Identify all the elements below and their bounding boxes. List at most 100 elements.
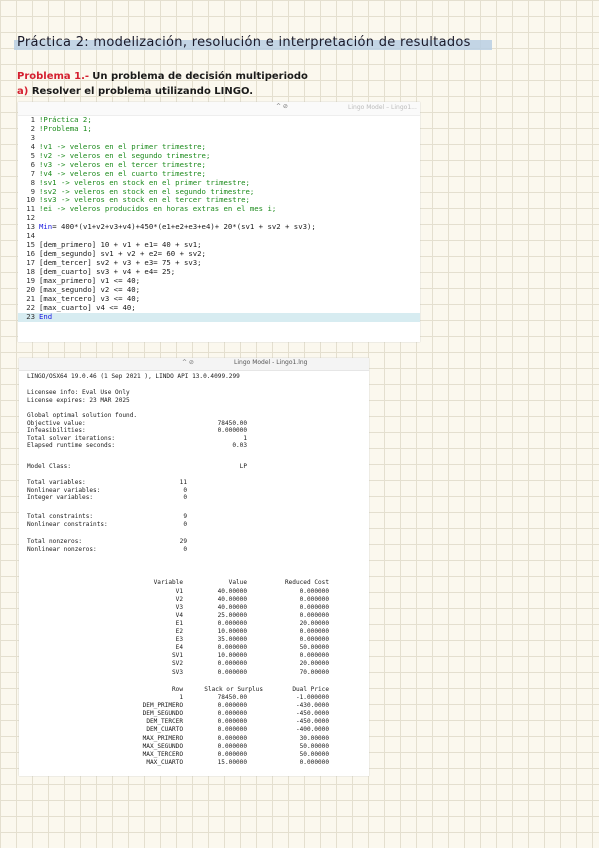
problem-label: Problema 1.- xyxy=(17,71,90,82)
variable-value: 40.00000 xyxy=(217,603,247,611)
variable-name: E4 xyxy=(175,644,183,652)
problem-heading: Problema 1.- Un problema de decisión mul… xyxy=(17,71,308,82)
count-value: 11 xyxy=(179,479,187,486)
variable-reduced-cost: 0.000000 xyxy=(299,628,329,635)
report-window-titlebar: ^ ⊘ Lingo Model - Lingo1.lng xyxy=(19,358,369,371)
row-slack: 0.000000 xyxy=(217,734,247,742)
variable-reduced-cost: 0.000000 xyxy=(299,636,329,644)
count-value: 0 xyxy=(183,545,187,553)
model-class-value: LP xyxy=(239,463,247,470)
variable-reduced-cost: 20.00000 xyxy=(299,660,329,668)
variable-value: 10.00000 xyxy=(217,628,247,635)
code-text: !ei -> veleros producidos en horas extra… xyxy=(39,204,277,214)
summary-label: Infeasibilities: xyxy=(27,427,86,434)
variable-value: 10.00000 xyxy=(217,652,247,660)
code-text: !sv2 -> veleros en stock en el segundo t… xyxy=(39,186,255,196)
problem-text: Un problema de decisión multiperiodo xyxy=(92,71,308,82)
code-window-title: Lingo Model – Lingo1... xyxy=(348,104,417,111)
variable-reduced-cost: 0.000000 xyxy=(299,595,329,603)
code-text: !sv3 -> veleros en stock en el tercer tr… xyxy=(39,195,250,205)
row-slack: 0.000000 xyxy=(217,718,247,726)
code-text: [dem_primero] 10 + v1 + e1= 40 + sv1; xyxy=(39,240,202,250)
row-slack: 0.000000 xyxy=(217,710,247,718)
count-value: 0 xyxy=(183,486,187,494)
count-value: 9 xyxy=(183,513,187,520)
row-name: DEM_CUARTO xyxy=(146,726,183,734)
variable-name: SV2 xyxy=(171,660,183,668)
window-controls-icon[interactable]: ^ ⊘ xyxy=(276,103,288,110)
code-line[interactable]: 2 !Problema 1; xyxy=(18,124,420,134)
global-status: Global optimal solution found. xyxy=(27,412,138,419)
variable-name: E3 xyxy=(175,636,183,644)
code-text: [dem_cuarto] sv3 + v4 + e4= 25; xyxy=(39,266,176,276)
row-dual-price: -400.0000 xyxy=(295,726,329,734)
variable-name: V2 xyxy=(175,595,183,603)
count-label: Integer variables: xyxy=(27,494,94,501)
row-name: MAX_SEGUNDO xyxy=(142,742,183,750)
code-text: !sv1 -> veleros en stock en el primer tr… xyxy=(39,177,250,187)
row-dual-price: -1.000000 xyxy=(295,694,329,701)
code-line[interactable]: 23 End xyxy=(18,311,420,322)
count-value: 29 xyxy=(179,538,187,545)
row-dual-price: -450.0000 xyxy=(295,718,329,726)
code-text: !v4 -> veleros en el cuarto trimestre; xyxy=(39,168,206,178)
variable-reduced-cost: 50.00000 xyxy=(299,644,329,652)
variable-value: 0.000000 xyxy=(217,619,247,627)
variable-name: SV1 xyxy=(171,652,183,660)
variable-value: 25.00000 xyxy=(217,611,247,619)
summary-label: Objective value: xyxy=(27,419,86,427)
code-text: Min= 400*(v1+v2+v3+v4)+450*(e1+e2+e3+e4)… xyxy=(39,222,316,232)
row-name: MAX_PRIMERO xyxy=(142,734,183,742)
code-window-titlebar: ^ ⊘ Lingo Model – Lingo1... xyxy=(18,102,420,116)
solution-report-window: ^ ⊘ Lingo Model - Lingo1.lng LINGO/OSX64… xyxy=(19,358,369,776)
summary-value: 78450.00 xyxy=(217,419,247,427)
code-text: [max_segundo] v2 <= 40; xyxy=(39,284,141,294)
summary-value: 0.03 xyxy=(232,442,247,449)
code-text: !v2 -> veleros en el segundo trimestre; xyxy=(39,150,211,160)
count-label: Nonlinear constraints: xyxy=(27,520,108,528)
code-line[interactable]: 13 Min= 400*(v1+v2+v3+v4)+450*(e1+e2+e3+e… xyxy=(18,222,420,232)
count-label: Total nonzeros: xyxy=(27,538,83,545)
summary-label: Total solver iterations: xyxy=(27,434,116,442)
count-label: Total constraints: xyxy=(27,513,94,520)
variable-value: 35.00000 xyxy=(217,636,247,644)
row-name: DEM_PRIMERO xyxy=(142,702,183,710)
variable-name: V3 xyxy=(175,603,183,611)
task-heading: a) Resolver el problema utilizando LINGO… xyxy=(17,86,253,97)
line-number: 23 xyxy=(26,311,35,321)
count-label: Nonlinear nonzeros: xyxy=(27,545,97,553)
code-line[interactable]: 22 [max_cuarto] v4 <= 40; xyxy=(18,302,420,313)
variable-reduced-cost: 0.000000 xyxy=(299,587,329,595)
row-dual-price: 0.000000 xyxy=(299,758,329,766)
code-line[interactable]: 11 !ei -> veleros producidos en horas ext… xyxy=(18,204,420,214)
row-name: 1 xyxy=(179,694,183,701)
task-label: a) xyxy=(17,86,29,97)
variable-header: Variable xyxy=(153,579,183,586)
row-dual-price: 50.00000 xyxy=(299,742,329,750)
code-text: [max_tercero] v3 <= 40; xyxy=(39,293,141,303)
variable-name: SV3 xyxy=(171,668,183,676)
code-text: [max_cuarto] v4 <= 40; xyxy=(39,302,136,312)
window-controls-icon[interactable]: ^ ⊘ xyxy=(182,359,194,366)
license-expires: License expires: 23 MAR 2025 xyxy=(27,396,130,404)
summary-label: Elapsed runtime seconds: xyxy=(27,442,116,449)
code-lines[interactable]: 1 !Práctica 2; 2 !Problema 1; 3 4 !v1 -> veler… xyxy=(18,115,420,322)
row-slack: 15.00000 xyxy=(217,758,247,766)
code-text: !v3 -> veleros en el tercer trimestre; xyxy=(39,159,206,169)
variable-value: 0.000000 xyxy=(217,668,247,676)
summary-value: 1 xyxy=(243,434,247,442)
variable-value: 0.000000 xyxy=(217,660,247,668)
slack-header: Slack or Surplus xyxy=(204,685,263,693)
licensee-info: Licensee info: Eval Use Only xyxy=(27,389,130,396)
code-text: !v1 -> veleros en el primer trimestre; xyxy=(39,141,206,151)
variable-name: V1 xyxy=(175,587,183,595)
variable-name: E2 xyxy=(175,628,183,635)
code-text: [dem_segundo] sv1 + v2 + e2= 60 + sv2; xyxy=(39,249,206,259)
row-name: DEM_SEGUNDO xyxy=(142,710,183,718)
variable-name: E1 xyxy=(175,619,183,627)
value-header: Value xyxy=(228,579,247,586)
report-window-title: Lingo Model - Lingo1.lng xyxy=(234,359,308,366)
summary-value: 0.000000 xyxy=(217,427,247,434)
row-slack: 0.000000 xyxy=(217,726,247,734)
variable-reduced-cost: 20.00000 xyxy=(299,619,329,627)
